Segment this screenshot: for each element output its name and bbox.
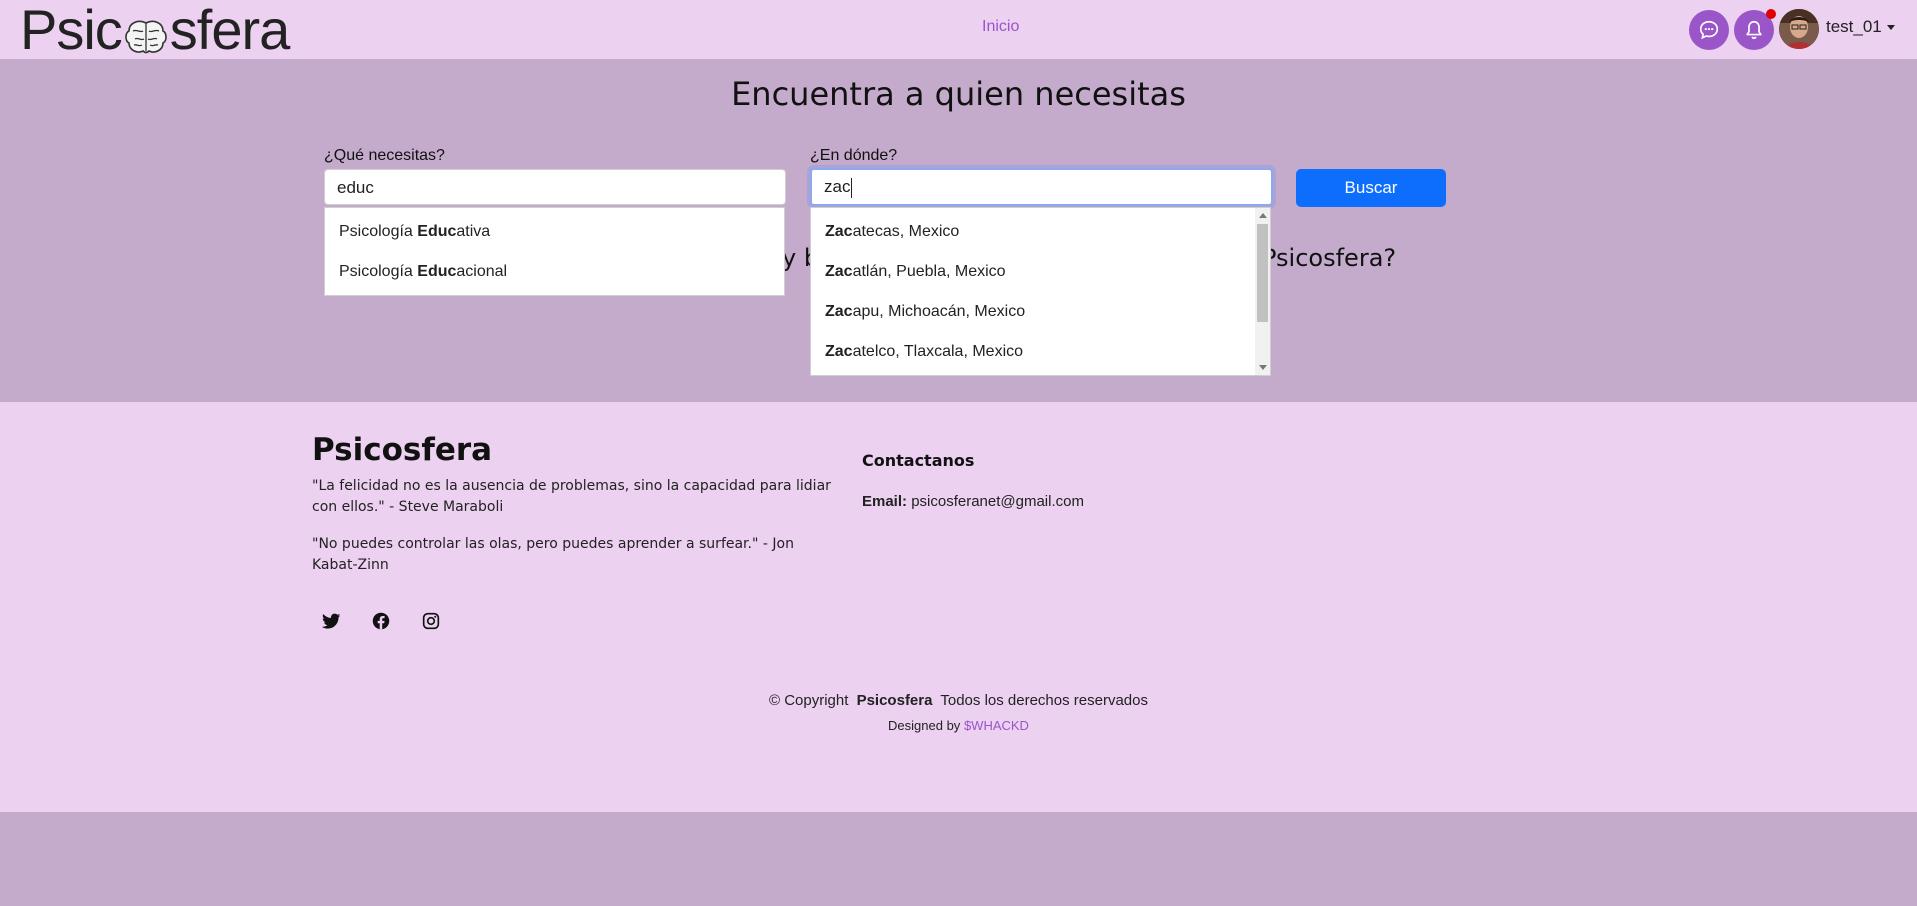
footer: Psicosfera "La felicidad no es la ausenc… bbox=[0, 402, 1917, 812]
chat-button[interactable] bbox=[1689, 10, 1729, 50]
designed-by: Designed by $WHACKD bbox=[888, 718, 1029, 733]
dropdown-scrollbar[interactable] bbox=[1255, 208, 1270, 375]
footer-quote-1: "La felicidad no es la ausencia de probl… bbox=[312, 478, 831, 515]
where-suggestion-item[interactable]: Zacatlán, Puebla, Mexico bbox=[825, 263, 1006, 281]
brain-icon bbox=[123, 10, 169, 53]
scroll-down-arrow-icon[interactable] bbox=[1259, 365, 1267, 370]
where-suggestions-list: Zacatecas, Mexico Zacatlán, Puebla, Mexi… bbox=[810, 207, 1271, 376]
logo-text-left: Psic bbox=[20, 0, 123, 61]
where-suggestion-item[interactable]: Zacatelco, Tlaxcala, Mexico bbox=[825, 343, 1023, 361]
where-input-value: zac bbox=[824, 177, 851, 196]
twitter-icon[interactable] bbox=[320, 610, 342, 632]
search-button[interactable]: Buscar bbox=[1296, 169, 1446, 207]
copyright-brand: Psicosfera bbox=[856, 692, 933, 709]
scroll-thumb[interactable] bbox=[1257, 224, 1268, 322]
what-suggestion-item[interactable]: Psicología Educacional bbox=[339, 263, 507, 281]
logo[interactable]: Psic sfera bbox=[20, 0, 290, 61]
email-value[interactable]: psicosferanet@gmail.com bbox=[911, 493, 1084, 510]
footer-quote-2: "No puedes controlar las olas, pero pued… bbox=[312, 536, 794, 573]
avatar[interactable] bbox=[1779, 9, 1819, 49]
facebook-icon[interactable] bbox=[370, 610, 392, 632]
where-input[interactable]: zac bbox=[810, 168, 1273, 206]
instagram-icon[interactable] bbox=[420, 610, 442, 632]
footer-title: Psicosfera bbox=[312, 432, 493, 468]
what-suggestion-item[interactable]: Psicología Educativa bbox=[339, 223, 490, 241]
username-label: test_01 bbox=[1826, 17, 1882, 36]
copyright: © Copyright Psicosfera Todos los derecho… bbox=[768, 692, 1148, 709]
what-label: ¿Qué necesitas? bbox=[324, 147, 445, 164]
what-input[interactable]: educ bbox=[324, 169, 786, 205]
what-input-value: educ bbox=[337, 178, 374, 197]
user-menu-dropdown[interactable]: test_01 bbox=[1826, 17, 1895, 37]
chat-bubble-icon bbox=[1699, 20, 1719, 40]
chevron-down-icon bbox=[1886, 24, 1895, 30]
text-cursor bbox=[851, 177, 853, 198]
what-suggestions-list: Psicología Educativa Psicología Educacio… bbox=[324, 207, 785, 296]
contact-email: Email: psicosferanet@gmail.com bbox=[862, 493, 1084, 510]
scroll-up-arrow-icon[interactable] bbox=[1259, 213, 1267, 218]
notification-badge bbox=[1766, 9, 1776, 19]
where-suggestion-item[interactable]: Zacatecas, Mexico bbox=[825, 223, 959, 241]
hero-subtitle-right: Psicosfera? bbox=[1262, 244, 1397, 272]
logo-text-right: sfera bbox=[169, 0, 290, 61]
email-label: Email: bbox=[862, 493, 908, 510]
bell-icon bbox=[1746, 20, 1762, 40]
designer-link[interactable]: $WHACKD bbox=[964, 718, 1029, 733]
navbar: Psic sfera Inicio test_01 bbox=[0, 0, 1917, 59]
nav-link-inicio[interactable]: Inicio bbox=[982, 18, 1019, 36]
where-suggestion-item[interactable]: Zacapu, Michoacán, Mexico bbox=[825, 303, 1025, 321]
contact-title: Contactanos bbox=[862, 451, 975, 470]
where-label: ¿En dónde? bbox=[810, 147, 898, 164]
page-title: Encuentra a quien necesitas bbox=[731, 75, 1186, 113]
